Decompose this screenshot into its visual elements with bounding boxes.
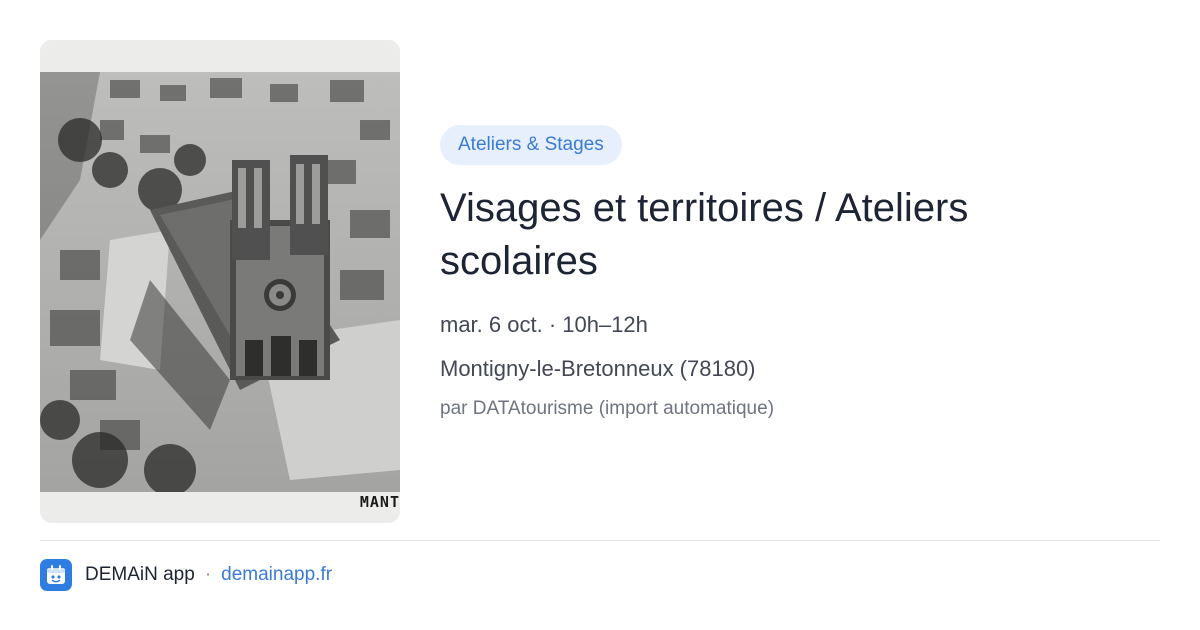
category-badge[interactable]: Ateliers & Stages	[440, 125, 622, 165]
event-photo: MANT	[40, 40, 400, 523]
footer: DEMAiN app · demainapp.fr	[40, 558, 332, 592]
event-details: Ateliers & Stages Visages et territoires…	[440, 125, 1160, 422]
event-source: par DATAtourisme (import automatique)	[440, 398, 775, 419]
footer-divider	[40, 540, 1160, 541]
footer-separator: ·	[204, 564, 212, 585]
event-title[interactable]: Visages et territoires / Ateliers scolai…	[440, 182, 1100, 288]
event-location: Montigny-le-Bretonneux (78180)	[440, 356, 756, 381]
event-share-card: MANT Ateliers & Stages Visages et territ…	[0, 0, 1200, 630]
event-date-time: mar. 6 oct. · 10h–12h	[440, 312, 648, 337]
calendar-app-icon[interactable]	[40, 559, 72, 591]
calendar-glyph-icon	[47, 565, 65, 584]
aerial-cathedral-image	[40, 40, 400, 523]
photo-caption: MANT	[359, 493, 400, 511]
app-url-link[interactable]: demainapp.fr	[221, 564, 332, 586]
app-name: DEMAiN app	[85, 564, 195, 585]
